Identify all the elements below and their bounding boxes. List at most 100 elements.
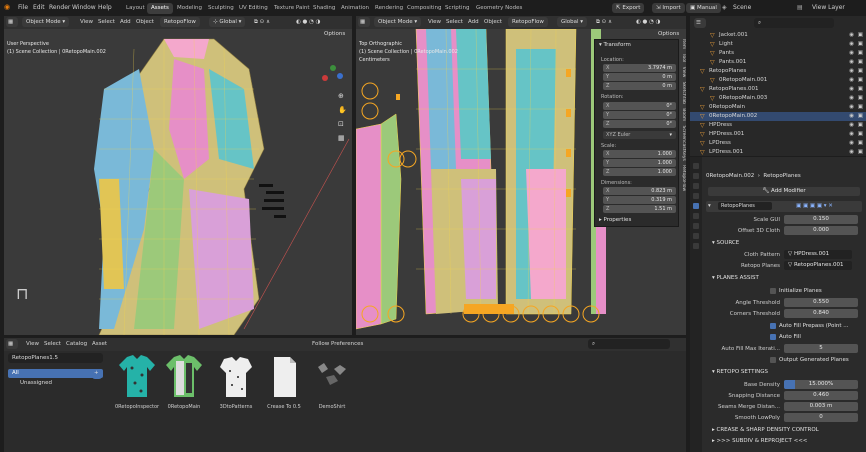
- modifier-name-field[interactable]: RetopoPlanes: [718, 202, 772, 210]
- modifier-visibility-icons[interactable]: ▣ ▣ ▣ ▣ ▾ ✕: [796, 203, 833, 209]
- tab-animation[interactable]: Animation: [337, 3, 373, 14]
- tab-modeling[interactable]: Modeling: [173, 3, 206, 14]
- sidebar-tab-boom[interactable]: Boom: [681, 108, 686, 121]
- eye-icon[interactable]: ◉: [849, 140, 854, 146]
- editor-type-icon[interactable]: ▦: [6, 17, 18, 27]
- tab-sculpting[interactable]: Sculpting: [204, 3, 238, 14]
- asset-item[interactable]: 3DtoPatterns: [214, 353, 258, 410]
- sidebar-tab-tool[interactable]: Tool: [681, 54, 686, 63]
- outliner-row[interactable]: ▽ Light ◉ ▣: [690, 40, 866, 49]
- add-modifier-button[interactable]: 🔧︎ Add Modifier: [708, 187, 860, 196]
- vp-left-menu-add[interactable]: Add: [120, 19, 131, 25]
- camera-icon[interactable]: ▣: [858, 50, 863, 56]
- location-y-field[interactable]: Y0 m: [603, 73, 676, 81]
- camera-icon[interactable]: ▣: [858, 41, 863, 47]
- vp-right-menu-object[interactable]: Object: [484, 19, 502, 25]
- object-tab-icon[interactable]: [693, 213, 699, 219]
- location-z-field[interactable]: Z0 m: [603, 82, 676, 90]
- asset-library-dropdown[interactable]: RetopoPlanes1.5: [8, 353, 103, 363]
- tab-compositing[interactable]: Compositing: [403, 3, 445, 14]
- snapping-distance-field[interactable]: 0.460: [784, 391, 858, 400]
- menu-file[interactable]: File: [18, 4, 28, 11]
- sidebar-tab-sketchfab[interactable]: Sketchfab: [681, 82, 686, 104]
- orientation-dropdown-right[interactable]: Global ▾: [557, 17, 588, 27]
- scale-z-field[interactable]: Z 1.000: [603, 168, 676, 176]
- object-mode-dropdown[interactable]: Object Mode ▾: [22, 17, 70, 27]
- tool-tab-icon[interactable]: [693, 163, 699, 169]
- tab-scripting[interactable]: Scripting: [441, 3, 473, 14]
- outliner-row[interactable]: ▽ RetopoPlanes.001 ◉ ▣: [690, 85, 866, 94]
- asset-menu-asset[interactable]: Asset: [92, 341, 107, 347]
- asset-menu-select[interactable]: Select: [44, 341, 61, 347]
- view-layer-name[interactable]: View Layer: [812, 4, 845, 11]
- sidebar-tab-view[interactable]: View: [681, 67, 686, 78]
- vp-left-menu-object[interactable]: Object: [136, 19, 154, 25]
- navigation-gizmo[interactable]: [322, 65, 344, 87]
- catalog-all[interactable]: All: [8, 369, 103, 378]
- grid-icon[interactable]: ▦: [338, 134, 345, 142]
- camera-icon[interactable]: ▣: [858, 149, 863, 155]
- tab-shading[interactable]: Shading: [309, 3, 339, 14]
- scene-name[interactable]: Scene: [733, 4, 751, 11]
- dress-model-3d[interactable]: [4, 29, 352, 335]
- sidebar-tab-screencastkeys[interactable]: ScreencastKeys: [681, 126, 686, 161]
- camera-icon[interactable]: ⊡: [338, 120, 344, 128]
- angle-threshold-field[interactable]: 0.550: [784, 298, 858, 307]
- camera-icon[interactable]: ▣: [858, 68, 863, 74]
- shading-mode-icons-right[interactable]: ◐ ● ◔ ◑: [636, 19, 660, 25]
- render-tab-icon[interactable]: [693, 173, 699, 179]
- asset-editor-type-icon[interactable]: ▦: [6, 339, 18, 349]
- menu-edit[interactable]: Edit: [33, 4, 45, 11]
- eye-icon[interactable]: ◉: [849, 149, 854, 155]
- camera-icon[interactable]: ▣: [858, 86, 863, 92]
- rotation-y-field[interactable]: Y 0°: [603, 111, 676, 119]
- menu-render[interactable]: Render: [49, 4, 70, 11]
- asset-search-input[interactable]: ⌕: [588, 339, 670, 349]
- cloth-pattern-field[interactable]: ▽ HPDress.001: [784, 250, 852, 259]
- right-options-dropdown[interactable]: Options: [654, 29, 684, 39]
- asset-menu-catalog[interactable]: Catalog: [66, 341, 87, 347]
- object-mode-dropdown-right[interactable]: Object Mode ▾: [374, 17, 422, 27]
- base-density-slider[interactable]: 15.000%: [784, 380, 858, 389]
- blender-logo-icon[interactable]: ◉: [4, 3, 10, 11]
- subdiv-section-header[interactable]: ▸ >>> SUBDIV & REPROJECT <<<: [712, 438, 807, 444]
- eye-icon[interactable]: ◉: [849, 59, 854, 65]
- source-section-header[interactable]: ▾ SOURCE: [712, 240, 739, 246]
- outliner-row[interactable]: ▽ 0RetopoMain ◉ ▣: [690, 103, 866, 112]
- shading-mode-icons[interactable]: ◐ ● ◔ ◑: [296, 19, 320, 25]
- outliner-search-input[interactable]: ⌕: [754, 18, 834, 28]
- retopo-planes-field[interactable]: ▽ RetopoPlanes.001: [784, 261, 852, 270]
- crease-section-header[interactable]: ▸ CREASE & SHARP DENSITY CONTROL: [712, 427, 819, 433]
- menu-help[interactable]: Help: [98, 4, 112, 11]
- camera-icon[interactable]: ▣: [858, 104, 863, 110]
- eye-icon[interactable]: ◉: [849, 77, 854, 83]
- tab-assets[interactable]: Assets: [147, 3, 173, 14]
- properties-section-header[interactable]: ▸ Properties: [599, 217, 631, 223]
- eye-icon[interactable]: ◉: [849, 95, 854, 101]
- catalog-unassigned[interactable]: Unassigned: [8, 379, 103, 388]
- orientation-dropdown[interactable]: ⊹ Global ▾: [209, 17, 246, 27]
- asset-item[interactable]: Crease To 0.5: [262, 353, 306, 410]
- zoom-icon[interactable]: ⊕: [338, 92, 344, 100]
- rotation-mode-dropdown[interactable]: XYZ Euler ▾: [603, 131, 676, 139]
- snap-icon-right[interactable]: ⧉ ⊙ ∧: [596, 19, 612, 26]
- camera-icon[interactable]: ▣: [858, 95, 863, 101]
- eye-icon[interactable]: ◉: [849, 41, 854, 47]
- constraints-tab-icon[interactable]: [693, 233, 699, 239]
- pan-hand-icon[interactable]: ✋: [338, 106, 347, 114]
- asset-menu-view[interactable]: View: [26, 341, 39, 347]
- vp-left-menu-view[interactable]: View: [80, 19, 93, 25]
- outliner-row[interactable]: ▽ 0RetopoMain.003 ◉ ▣: [690, 94, 866, 103]
- tab-geometry-nodes[interactable]: Geometry Nodes: [472, 3, 526, 14]
- dimensions-z-field[interactable]: Z 1.51 m: [603, 205, 676, 213]
- dimensions-x-field[interactable]: X 0.823 m: [603, 187, 676, 195]
- corners-threshold-field[interactable]: 0.840: [784, 309, 858, 318]
- snap-icon[interactable]: ⧉ ⊙ ∧: [254, 19, 270, 26]
- sidebar-tab-retopoflow[interactable]: RetopoFlow: [681, 165, 686, 191]
- seams-merge-field[interactable]: 0.003 m: [784, 402, 858, 411]
- tab-texture-paint[interactable]: Texture Paint: [270, 3, 314, 14]
- camera-icon[interactable]: ▣: [858, 122, 863, 128]
- transform-section-header[interactable]: ▾ Transform: [599, 42, 631, 48]
- scale-y-field[interactable]: Y 1.000: [603, 159, 676, 167]
- asset-item[interactable]: DemoShirt: [310, 353, 354, 410]
